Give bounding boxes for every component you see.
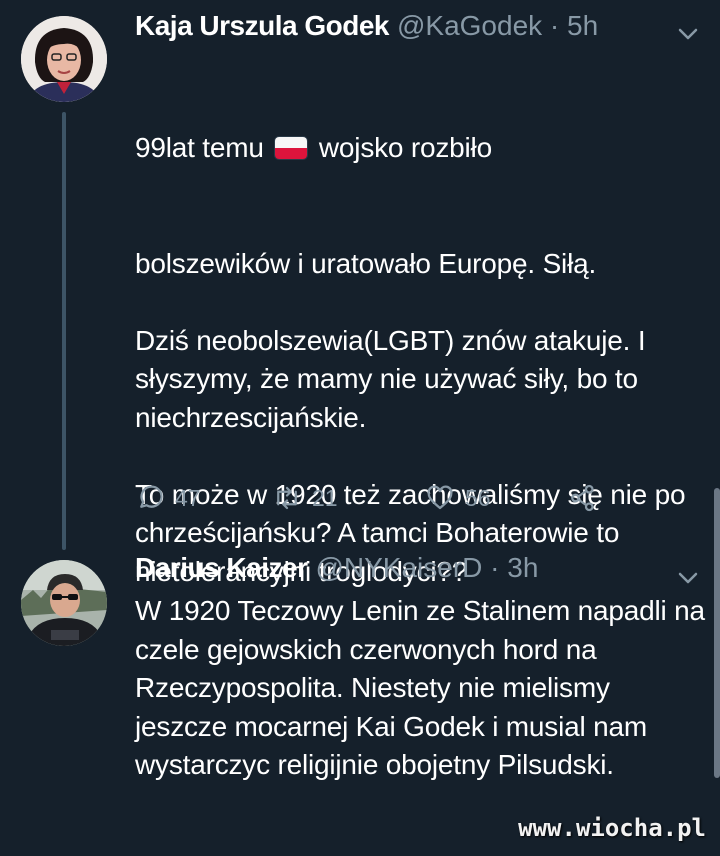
profile-photo-woman-icon	[21, 16, 107, 102]
like-count: 56	[465, 484, 491, 511]
tweet-text-part: wojsko rozbiło	[311, 132, 492, 163]
profile-photo-man-icon	[21, 560, 107, 646]
reply-count: 47	[175, 484, 201, 511]
retweet-icon	[277, 486, 297, 510]
tweet-1[interactable]: Kaja Urszula Godek @KaGodek · 5h 99lat t…	[0, 0, 720, 587]
tweet-text-line1: 99lat temu wojsko rozbiło	[135, 129, 705, 168]
tweet-text: W 1920 Teczowy Lenin ze Stalinem napadli…	[135, 595, 713, 780]
author-handle-time[interactable]: @KaGodek · 5h	[397, 10, 598, 42]
scrollbar[interactable]	[714, 488, 720, 778]
retweet-count: 21	[312, 484, 338, 511]
tweet-header: Darius Kaizer @NYKaiserD · 3h	[135, 552, 538, 592]
share-icon	[571, 484, 594, 512]
avatar[interactable]	[21, 16, 107, 102]
watermark: www.wiocha.pl	[518, 814, 706, 842]
avatar[interactable]	[21, 560, 107, 646]
chevron-down-icon[interactable]	[676, 22, 700, 46]
heart-icon	[427, 485, 453, 510]
share-button[interactable]	[568, 483, 598, 513]
tweet-2[interactable]: Darius Kaizer @NYKaiserD · 3h W 1920 Tec…	[0, 550, 720, 856]
author-handle-time[interactable]: @NYKaiserD · 3h	[315, 552, 538, 584]
reply-button[interactable]: 47	[135, 483, 201, 513]
like-button[interactable]: 56	[425, 483, 491, 513]
poland-flag-icon	[275, 137, 308, 159]
retweet-button[interactable]: 21	[272, 483, 338, 513]
author-name[interactable]: Darius Kaizer	[135, 552, 308, 584]
reply-icon	[140, 485, 163, 508]
thread-line	[62, 112, 66, 550]
chevron-down-icon[interactable]	[676, 566, 700, 590]
tweet-text-part: 99lat temu	[135, 132, 272, 163]
author-name[interactable]: Kaja Urszula Godek	[135, 10, 389, 42]
tweet-header: Kaja Urszula Godek @KaGodek · 5h	[135, 10, 598, 50]
tweet-text-rest: bolszewików i uratowało Europę. Siłą. Dz…	[135, 247, 686, 587]
